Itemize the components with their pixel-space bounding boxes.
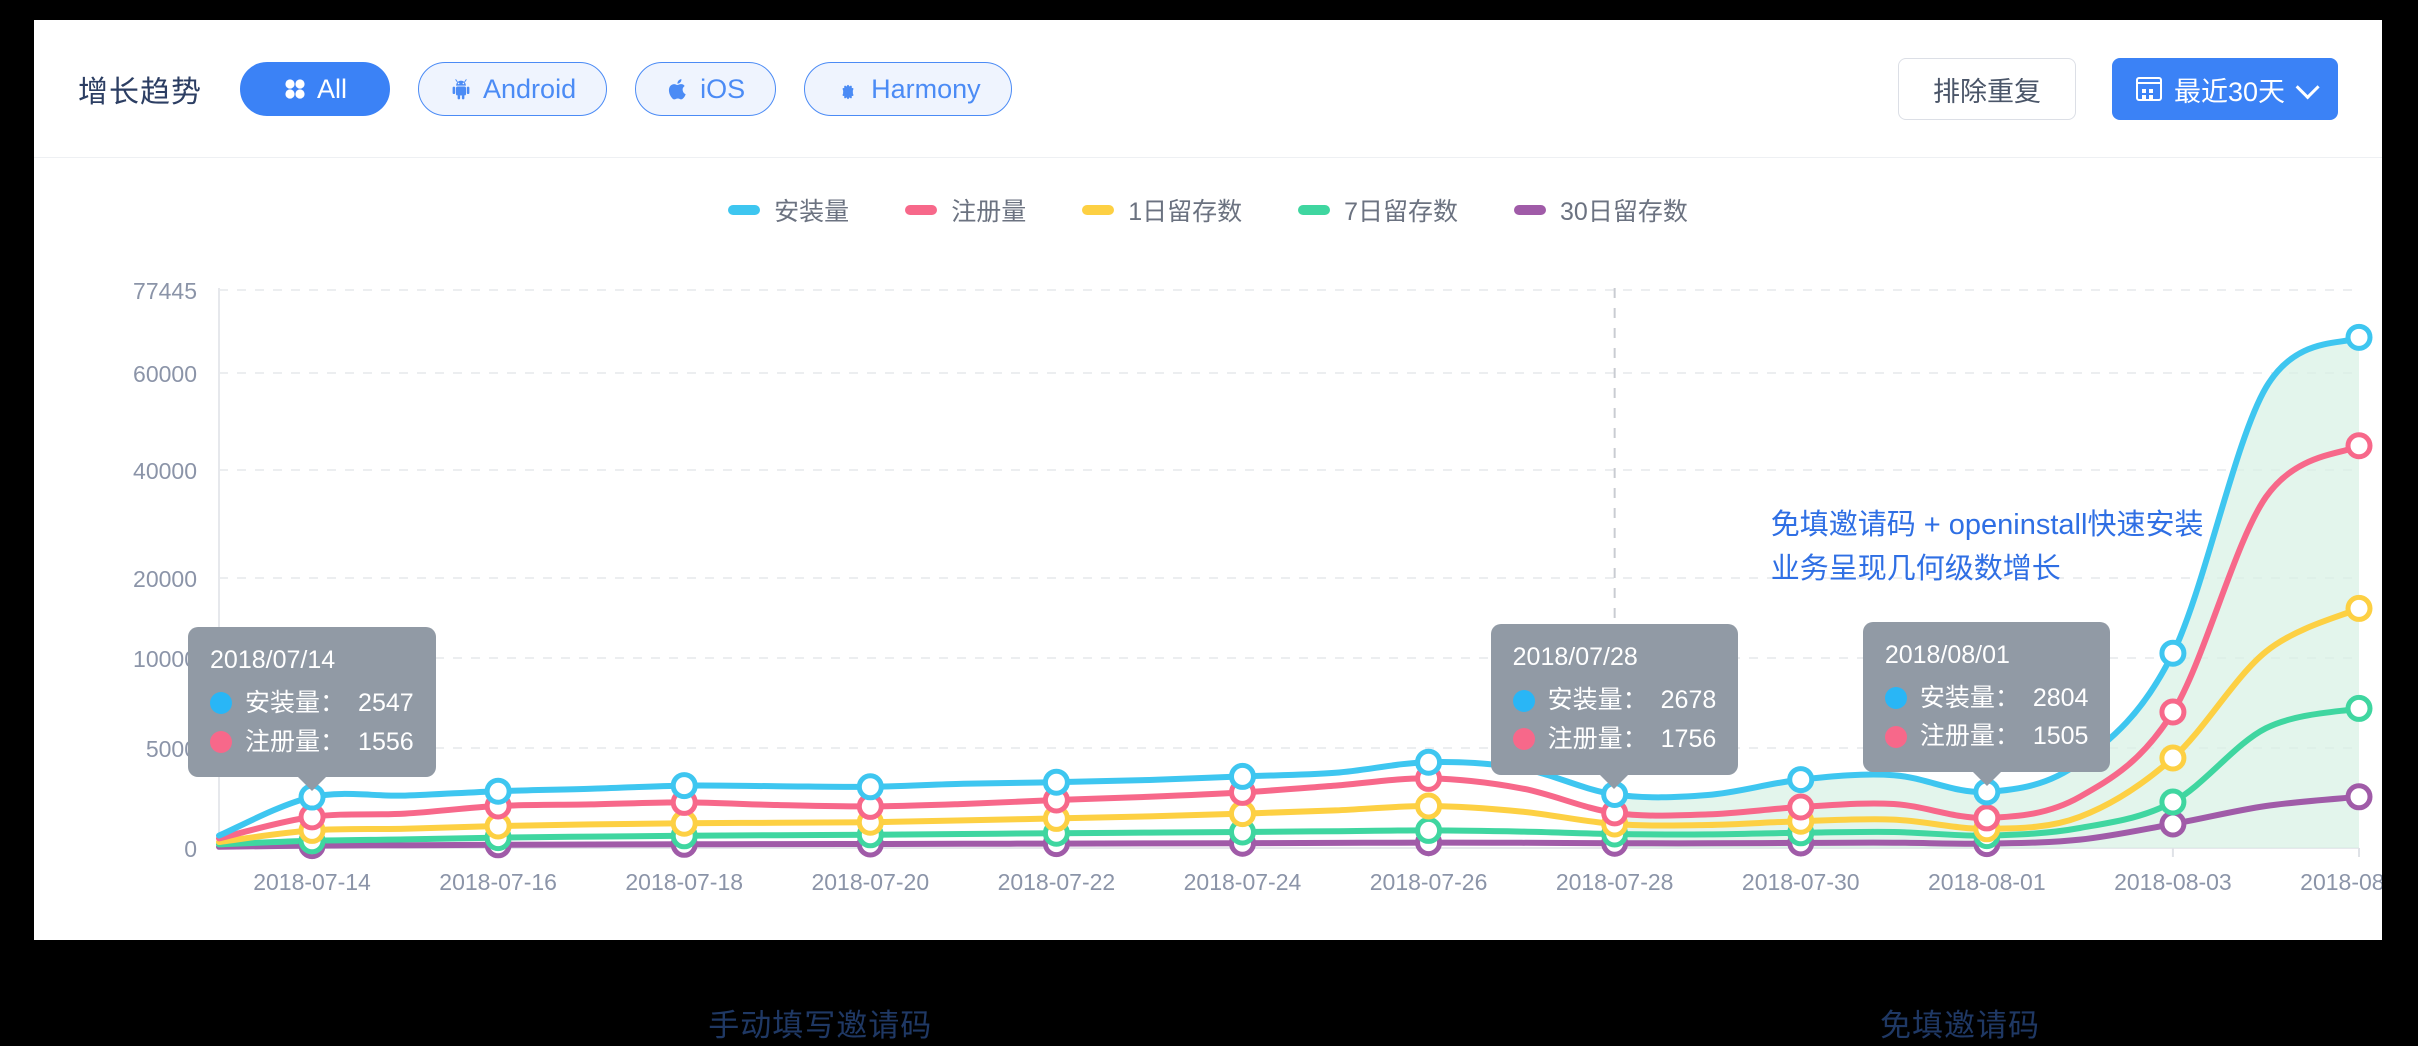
legend-swatch-retain1 [1082, 205, 1115, 215]
tooltip-1-row-0-value: 2678 [1660, 686, 1717, 715]
chart-canvas: 0500010000200004000060000774452018-07-14… [133, 278, 2382, 895]
filter-chip-android[interactable]: Android [418, 62, 608, 116]
tooltip-0-date: 2018/07/14 [210, 646, 336, 675]
svg-text:2018-07-28: 2018-07-28 [1556, 869, 1674, 895]
legend-label-retain30: 30日留存数 [1560, 198, 1688, 226]
tooltip-0-row-1: 注册量： 1556 [210, 723, 414, 762]
tooltip-1: 2018/07/28 安装量： 2678 注册量： 1756 [1490, 624, 1739, 775]
tooltip-dot-install [1884, 687, 1907, 710]
tooltip-1-row-1: 注册量： 1756 [1512, 720, 1717, 759]
legend-item-retain1[interactable]: 1日留存数 [1082, 192, 1242, 228]
tooltip-2-row-0-value: 2804 [2032, 683, 2089, 712]
svg-text:2018-07-18: 2018-07-18 [625, 869, 743, 895]
chart-annotation: 免填邀请码 + openinstall快速安装 业务呈现几何级数增长 [1770, 509, 2204, 585]
tooltip-1-date: 2018/07/28 [1512, 643, 1638, 672]
android-icon [449, 77, 473, 101]
svg-text:2018-07-24: 2018-07-24 [1184, 869, 1302, 895]
svg-text:2018-07-30: 2018-07-30 [1742, 869, 1860, 895]
legend-item-register[interactable]: 注册量 [905, 192, 1026, 228]
svg-text:2018-07-22: 2018-07-22 [998, 869, 1116, 895]
exclude-duplicates-button[interactable]: 排除重复 [1897, 58, 2076, 120]
grid-icon [283, 77, 307, 101]
date-range-label: 最近30天 [2173, 76, 2285, 107]
tooltip-2-date: 2018/08/01 [1884, 640, 2010, 669]
tooltip-0-row-0-value: 2547 [358, 688, 414, 717]
exclude-duplicates-label: 排除重复 [1932, 76, 2041, 107]
legend-label-retain7: 7日留存数 [1344, 198, 1459, 226]
tooltip-dot-register [1512, 728, 1535, 751]
svg-text:60000: 60000 [133, 361, 197, 387]
tooltip-0-row-0: 安装量： 2547 [210, 684, 414, 723]
caption-manual-invite-code: 手动填写邀请码 [708, 1008, 933, 1043]
legend-label-install: 安装量 [774, 198, 850, 226]
tooltip-2: 2018/08/01 安装量： 2804 注册量： 1505 [1862, 621, 2111, 773]
tooltip-1-row-0-label: 安装量： [1547, 686, 1648, 715]
filter-chip-ios[interactable]: iOS [635, 62, 777, 116]
svg-text:2018-07-26: 2018-07-26 [1370, 869, 1488, 895]
harmony-icon [835, 77, 861, 101]
tooltip-2-row-0-label: 安装量： [1919, 683, 2020, 712]
tooltip-2-row-0: 安装量： 2804 [1884, 679, 2089, 718]
chart-legend: 安装量 注册量 1日留存数 7日留存数 30日留存数 [34, 192, 2382, 228]
tooltip-dot-install [210, 692, 233, 715]
chevron-down-icon [2295, 74, 2320, 99]
tooltip-1-row-1-value: 1756 [1660, 724, 1717, 753]
svg-text:20000: 20000 [133, 566, 197, 592]
tooltip-2-row-1-value: 1505 [2032, 722, 2089, 751]
svg-text:2018-07-16: 2018-07-16 [439, 869, 557, 895]
tooltip-2-row-1-label: 注册量： [1919, 722, 2020, 751]
tooltip-1-row-0: 安装量： 2678 [1512, 681, 1717, 720]
svg-text:0: 0 [184, 836, 197, 862]
tooltip-dot-install [1512, 689, 1535, 712]
screenshot-root: 增长趋势 All Android iOS Harmony 排除重复 最近30天 … [0, 0, 2418, 1046]
svg-text:2018-08-03: 2018-08-03 [2114, 869, 2232, 895]
filter-chip-harmony-label: Harmony [871, 73, 981, 104]
legend-item-retain7[interactable]: 7日留存数 [1298, 192, 1458, 228]
tooltip-1-row-1-label: 注册量： [1547, 724, 1648, 753]
filter-chip-ios-label: iOS [700, 73, 746, 104]
growth-trend-card: 增长趋势 All Android iOS Harmony 排除重复 最近30天 … [34, 20, 2382, 940]
filter-chip-all-label: All [317, 73, 348, 104]
legend-item-retain30[interactable]: 30日留存数 [1514, 192, 1688, 228]
legend-swatch-register [905, 205, 938, 215]
header-left-group: 增长趋势 All Android iOS Harmony [78, 20, 1040, 158]
legend-item-install[interactable]: 安装量 [728, 192, 849, 228]
tooltip-dot-register [1884, 725, 1907, 748]
header-right-group: 排除重复 最近30天 [1897, 20, 2338, 158]
filter-chip-all[interactable]: All [240, 62, 391, 116]
tooltip-2-row-1: 注册量： 1505 [1884, 717, 2089, 756]
svg-text:77445: 77445 [133, 278, 197, 304]
growth-trend-chart: 0 5000 10000 20000 40000 60000 77445 2018-07-14… [34, 248, 2382, 938]
calendar-icon [2135, 77, 2162, 101]
filter-chip-android-label: Android [483, 73, 577, 104]
legend-swatch-retain30 [1514, 205, 1547, 215]
legend-swatch-retain7 [1298, 205, 1331, 215]
svg-text:2018-08-01: 2018-08-01 [1928, 869, 2046, 895]
tooltip-0-row-1-value: 1556 [358, 727, 414, 756]
filter-chip-harmony[interactable]: Harmony [804, 62, 1012, 116]
legend-swatch-install [728, 205, 761, 215]
card-header: 增长趋势 All Android iOS Harmony 排除重复 最近30天 [34, 20, 2382, 158]
caption-no-invite-code: 免填邀请码 [1880, 1008, 2040, 1043]
svg-text:2018-08-05: 2018-08-05 [2300, 869, 2382, 895]
tooltip-0-row-0-label: 安装量： [245, 688, 346, 717]
svg-text:2018-07-14: 2018-07-14 [253, 869, 371, 895]
svg-text:2018-07-20: 2018-07-20 [811, 869, 929, 895]
tooltip-0-row-1-label: 注册量： [245, 727, 346, 756]
date-range-button[interactable]: 最近30天 [2111, 58, 2338, 120]
tooltip-dot-register [210, 730, 233, 753]
svg-text:40000: 40000 [133, 458, 197, 484]
tooltip-0: 2018/07/14 安装量： 2547 注册量： 1556 [188, 627, 436, 778]
legend-label-retain1: 1日留存数 [1128, 198, 1243, 226]
legend-label-register: 注册量 [951, 198, 1027, 226]
apple-icon [666, 77, 690, 101]
page-title: 增长趋势 [78, 76, 202, 109]
